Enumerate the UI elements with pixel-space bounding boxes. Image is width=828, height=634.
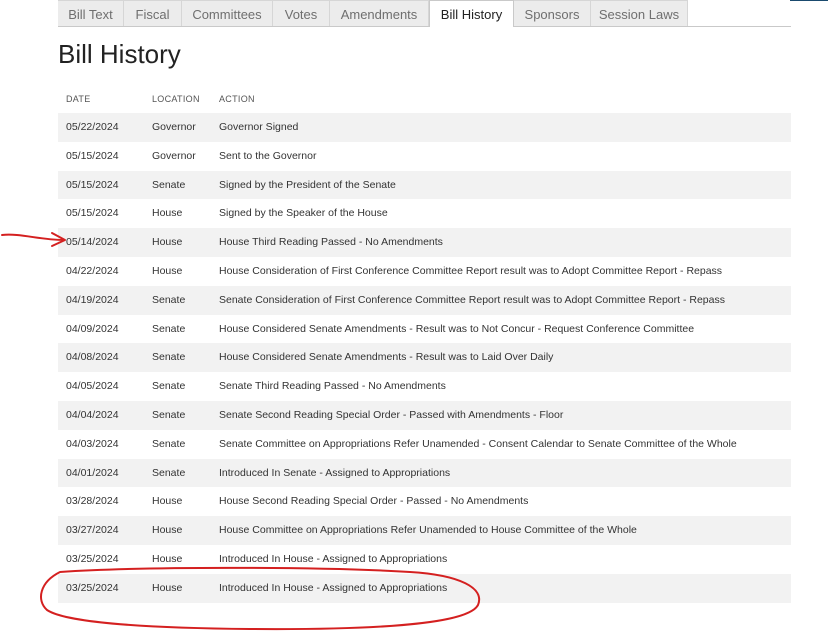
row-location: Senate [152, 293, 186, 306]
row-location: Senate [152, 408, 186, 421]
row-date: 05/15/2024 [66, 178, 119, 191]
row-location: Senate [152, 466, 186, 479]
row-date: 03/27/2024 [66, 524, 119, 537]
table-row: 04/09/2024 Senate House Considered Senate … [58, 315, 791, 344]
row-action: Sent to the Governor [219, 149, 317, 162]
row-action: Signed by the President of the Senate [219, 178, 396, 191]
top-accent-line [790, 0, 828, 1]
table-row: 05/15/2024 Governor Sent to the Governor [58, 142, 791, 171]
row-action: Senate Second Reading Special Order - Pa… [219, 408, 564, 421]
row-location: Governor [152, 149, 196, 162]
row-location: Senate [152, 380, 186, 393]
table-row: 03/27/2024 House House Committee on Approp… [58, 516, 791, 545]
row-date: 04/09/2024 [66, 322, 119, 335]
row-action: House Considered Senate Amendments - Res… [219, 322, 695, 335]
row-location: Senate [152, 437, 186, 450]
tab-bill-text[interactable]: Bill Text [58, 0, 124, 26]
tab-session-laws[interactable]: Session Laws [591, 0, 688, 26]
row-location: House [152, 524, 183, 537]
arrow-annotation-icon [1, 233, 65, 241]
row-action: Introduced In Senate - Assigned to Appro… [219, 466, 451, 479]
table-row: 04/04/2024 Senate Senate Second Reading Sp… [58, 400, 791, 430]
table-row: 05/15/2024 Senate Signed by the President … [58, 170, 791, 200]
table-row: 04/05/2024 Senate Senate Third Reading Pas… [58, 372, 791, 401]
row-action: Signed by the Speaker of the House [219, 207, 388, 220]
row-location: House [152, 552, 183, 565]
row-location: Senate [152, 178, 186, 191]
table-row: 05/22/2024 Governor Governor Signed [58, 113, 791, 142]
tab-committees[interactable]: Committees [182, 0, 273, 26]
tab-bill-history[interactable]: Bill History [429, 0, 514, 27]
row-action: Senate Third Reading Passed - No Amendme… [219, 380, 446, 393]
row-date: 04/05/2024 [66, 380, 119, 393]
table-row: 04/08/2024 Senate House Considered Senate … [58, 343, 791, 373]
table-row: 03/25/2024 House Introduced In House - Ass… [58, 545, 791, 574]
row-action: Senate Committee on Appropriations Refer… [219, 437, 737, 450]
column-header-location: LOCATION [152, 94, 200, 104]
table-row: 03/25/2024 House Introduced In House - Ass… [58, 573, 791, 603]
table-row: 05/14/2024 House House Third Reading Passe… [58, 228, 791, 257]
row-action: House Third Reading Passed - No Amendmen… [219, 236, 443, 249]
row-location: Senate [152, 351, 186, 364]
history-table: 05/22/2024 Governor Governor Signed 05/15/… [58, 113, 791, 603]
row-date: 04/08/2024 [66, 351, 119, 364]
tab-sponsors[interactable]: Sponsors [514, 0, 591, 26]
table-row: 04/19/2024 Senate Senate Consideration of … [58, 285, 791, 315]
row-date: 05/15/2024 [66, 149, 119, 162]
row-location: Senate [152, 322, 186, 335]
table-row: 04/22/2024 House House Consideration of Fi… [58, 257, 791, 286]
row-action: House Considered Senate Amendments - Res… [219, 351, 554, 364]
row-location: House [152, 495, 183, 508]
row-date: 04/22/2024 [66, 264, 119, 277]
row-action: Introduced In House - Assigned to Approp… [219, 581, 448, 594]
tab-bar: Bill Text Fiscal Committees Votes Amendm… [58, 0, 791, 27]
row-action: Senate Consideration of First Conference… [219, 293, 725, 306]
tab-votes[interactable]: Votes [273, 0, 330, 26]
table-row: 05/15/2024 House Signed by the Speaker of … [58, 199, 791, 228]
row-date: 04/19/2024 [66, 293, 119, 306]
row-action: House Second Reading Special Order - Pas… [219, 495, 529, 508]
table-row: 03/28/2024 House House Second Reading Spec… [58, 487, 791, 516]
row-location: House [152, 264, 183, 277]
row-action: Governor Signed [219, 121, 299, 133]
row-location: House [152, 236, 183, 249]
table-row: 04/03/2024 Senate Senate Committee on Appr… [58, 430, 791, 459]
row-date: 04/04/2024 [66, 408, 119, 421]
row-date: 05/15/2024 [66, 207, 119, 220]
row-date: 04/01/2024 [66, 466, 119, 479]
row-date: 03/28/2024 [66, 495, 119, 508]
row-location: House [152, 581, 183, 594]
row-action: Introduced In House - Assigned to Approp… [219, 552, 448, 565]
page-title: Bill History [58, 39, 181, 69]
column-header-date: DATE [66, 94, 91, 104]
row-date: 04/03/2024 [66, 437, 119, 450]
tab-amendments[interactable]: Amendments [330, 0, 429, 26]
table-row: 04/01/2024 Senate Introduced In Senate - A… [58, 458, 791, 488]
row-action: House Consideration of First Conference … [219, 264, 723, 277]
row-date: 03/25/2024 [66, 552, 119, 565]
row-location: Governor [152, 121, 196, 133]
tab-fiscal[interactable]: Fiscal [124, 0, 182, 26]
row-date: 05/22/2024 [66, 121, 119, 133]
row-location: House [152, 207, 183, 220]
row-action: House Committee on Appropriations Refer … [219, 524, 637, 537]
row-date: 05/14/2024 [66, 236, 119, 249]
row-date: 03/25/2024 [66, 581, 119, 594]
column-header-action: ACTION [219, 94, 255, 104]
